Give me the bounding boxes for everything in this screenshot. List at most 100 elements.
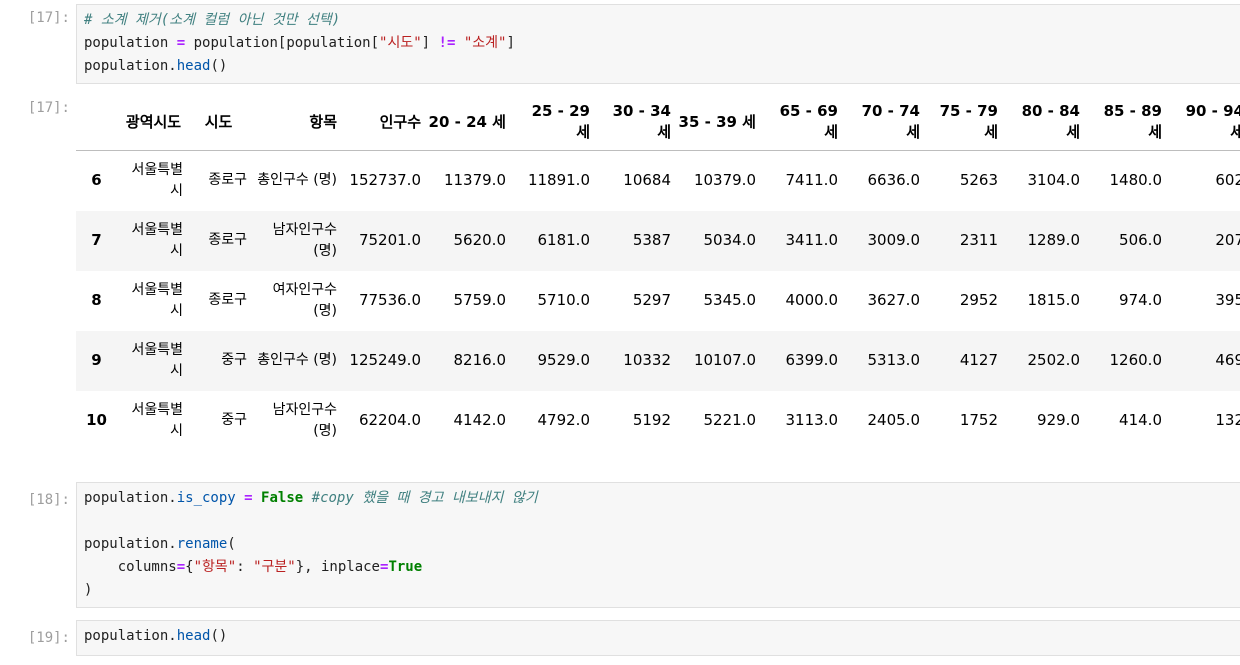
table-row: 10 서울특별시 중구 남자인구수 (명) 62204.0 4142.0 4792.0 519… — [76, 391, 1240, 451]
table-cell: 5620.0 — [453, 231, 507, 249]
table-cell: 1752 — [959, 411, 998, 429]
table-cell: 974.0 — [1119, 291, 1162, 309]
table-cell: 62204.0 — [358, 411, 421, 429]
column-header: 시도 — [190, 94, 254, 151]
table-cell: 서울특별시 — [131, 281, 183, 319]
table-cell: 6636.0 — [867, 171, 921, 190]
table-cell: 6181.0 — [537, 231, 591, 249]
code-token: () — [210, 628, 228, 644]
table-cell: 929.0 — [1037, 411, 1080, 429]
table-cell: 3104.0 — [1027, 171, 1081, 190]
table-cell: 4127 — [959, 351, 998, 369]
table-cell: 414.0 — [1119, 411, 1162, 429]
column-header: 65 - 69 세 — [763, 94, 845, 151]
table-cell: 5221.0 — [703, 411, 757, 429]
table-cell: 2502.0 — [1027, 351, 1081, 369]
table-cell: 3411.0 — [785, 231, 839, 249]
code-token: head — [176, 58, 211, 74]
code-token: columns — [84, 559, 177, 575]
table-cell: 5345.0 — [703, 291, 757, 309]
cell-18-prompt: [18]: — [27, 492, 70, 508]
table-cell: 남자인구수 (명) — [272, 401, 337, 439]
table-cell: 5034.0 — [703, 231, 757, 249]
table-cell: 10684 — [623, 171, 671, 190]
table-cell: 중구 — [221, 352, 247, 368]
table-row: 6 서울특별시 종로구 총인구수 (명) 152737.0 11379.0 11891.0 1… — [76, 151, 1240, 211]
table-cell: 남자인구수 (명) — [272, 221, 337, 259]
column-header: 35 - 39 세 — [678, 94, 763, 151]
code-token: "항목" — [193, 559, 237, 575]
table-row: 8 서울특별시 종로구 여자인구수 (명) 77536.0 5759.0 5710.0 529… — [76, 271, 1240, 331]
code-token: = — [176, 35, 186, 51]
notebook: [17]: # 소계 제거(소계 컬럼 아닌 것만 선택) population… — [0, 0, 1240, 665]
table-cell: 4000.0 — [785, 291, 839, 309]
code-token: population. — [84, 628, 177, 644]
table-cell: 서울특별시 — [131, 401, 183, 439]
table-cell: 5263 — [959, 171, 998, 190]
table-cell: 132 — [1215, 411, 1240, 429]
column-header: 인구수 — [344, 94, 428, 151]
code-token: ( — [227, 536, 236, 552]
table-cell: 11379.0 — [443, 171, 506, 190]
table-cell: 75201.0 — [358, 231, 421, 249]
table-cell: 종로구 — [208, 292, 247, 308]
code-token: "구분" — [253, 559, 296, 575]
cell-18-input[interactable]: population.is_copy = False #copy 했을 때 경고… — [76, 482, 1240, 608]
row-index: 10 — [86, 411, 107, 429]
column-header: 80 - 84 세 — [1005, 94, 1087, 151]
table-cell: 10379.0 — [693, 171, 756, 190]
column-header: 20 - 24 세 — [428, 94, 513, 151]
column-header: 30 - 34 세 — [597, 94, 678, 151]
table-cell: 9529.0 — [537, 351, 591, 369]
table-cell: 2952 — [959, 291, 998, 309]
code-token: : — [236, 559, 254, 575]
column-header: 75 - 79 세 — [927, 94, 1005, 151]
table-cell: 총인구수 (명) — [257, 172, 337, 189]
table-cell: 서울특별시 — [131, 341, 183, 379]
index-header — [76, 94, 124, 151]
code-token: }, inplace — [295, 559, 380, 575]
code-token: population. — [84, 58, 177, 74]
table-cell: 3627.0 — [867, 291, 921, 309]
code-token: rename — [176, 536, 228, 552]
table-cell: 종로구 — [208, 172, 247, 189]
table-cell: 506.0 — [1119, 231, 1162, 249]
table-cell: 5759.0 — [453, 291, 507, 309]
table-cell: 1260.0 — [1109, 351, 1163, 369]
cell-18-code[interactable]: population.is_copy = False #copy 했을 때 경고… — [77, 483, 1240, 602]
table-cell: 8216.0 — [453, 351, 507, 369]
code-token: { — [185, 559, 194, 575]
cell-19-prompt: [19]: — [27, 630, 70, 646]
table-cell: 5313.0 — [867, 351, 921, 369]
table-cell: 3009.0 — [867, 231, 921, 249]
table-cell: 5192 — [632, 411, 671, 429]
dataframe-body: 6 서울특별시 종로구 총인구수 (명) 152737.0 11379.0 11891.0 1… — [76, 151, 1240, 451]
code-token: is_copy — [176, 490, 236, 506]
code-token: head — [176, 628, 211, 644]
code-token: "시도" — [379, 35, 422, 51]
table-cell: 10332 — [623, 351, 671, 369]
table-row: 7 서울특별시 종로구 남자인구수 (명) 75201.0 5620.0 6181.0 538… — [76, 210, 1240, 271]
cell-17-code[interactable]: # 소계 제거(소계 컬럼 아닌 것만 선택) population = pop… — [77, 5, 1240, 78]
table-cell: 11891.0 — [527, 171, 590, 190]
output-17-dataframe: 광역시도 시도 항목 인구수 20 - 24 세 25 - 29 세 30 - … — [76, 94, 1240, 451]
table-cell: 7411.0 — [785, 171, 839, 190]
code-token: population[population[ — [193, 35, 380, 51]
code-comment: #copy 했을 때 경고 내보내지 않기 — [311, 490, 538, 506]
table-cell: 서울특별시 — [131, 161, 183, 199]
row-index: 8 — [91, 291, 102, 309]
table-cell: 4792.0 — [537, 411, 591, 429]
table-cell: 1289.0 — [1027, 231, 1081, 249]
cell-17-input[interactable]: # 소계 제거(소계 컬럼 아닌 것만 선택) population = pop… — [76, 4, 1240, 84]
column-header: 90 - 94 세 — [1169, 94, 1240, 151]
code-token: population. — [84, 536, 177, 552]
table-cell: 5387 — [632, 231, 671, 249]
table-cell: 5297 — [632, 291, 671, 309]
code-token: ] — [506, 35, 515, 51]
code-token: ) — [84, 582, 93, 598]
table-cell: 서울특별시 — [131, 221, 183, 259]
table-cell: 207 — [1215, 231, 1240, 249]
cell-19-input[interactable]: population.head() — [76, 620, 1240, 656]
cell-19-code[interactable]: population.head() — [77, 621, 1240, 648]
table-cell: 152737.0 — [349, 171, 421, 190]
